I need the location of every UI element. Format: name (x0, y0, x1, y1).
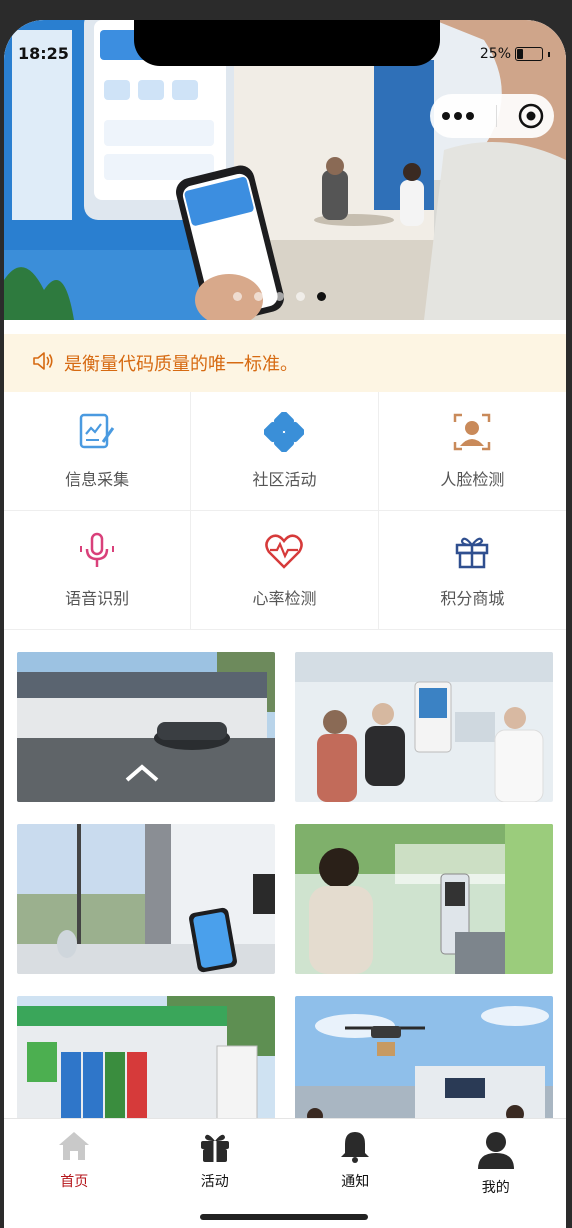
speaker-icon (32, 351, 54, 375)
feature-heart-rate[interactable]: 心率检测 (191, 511, 379, 630)
tab-label: 活动 (200, 1174, 229, 1190)
battery-percent: 25% (479, 46, 511, 62)
home-icon (57, 1129, 91, 1167)
tab-activity[interactable]: 活动 (145, 1119, 286, 1228)
battery-icon (515, 47, 543, 61)
heart-rate-icon (264, 531, 304, 575)
feature-info-collection[interactable]: 信息采集 (4, 392, 192, 511)
feature-label: 信息采集 (65, 470, 130, 489)
gift-icon (452, 531, 492, 575)
tab-mine[interactable]: 我的 (426, 1119, 567, 1228)
carousel-dot[interactable] (254, 292, 263, 301)
photo-gallery (17, 652, 553, 1146)
home-indicator (200, 1214, 368, 1220)
tab-label: 通知 (341, 1174, 370, 1190)
microphone-icon (77, 531, 117, 575)
carousel-dot[interactable] (296, 292, 305, 301)
feature-label: 积分商城 (440, 589, 505, 608)
mini-program-capsule (430, 94, 554, 138)
gift-box-icon (198, 1129, 232, 1167)
face-scan-icon (452, 412, 492, 456)
feature-face-detection[interactable]: 人脸检测 (378, 392, 566, 511)
feature-label: 人脸检测 (440, 470, 505, 489)
carousel-dot[interactable] (317, 292, 326, 301)
notch (134, 20, 440, 66)
smart-parking-photo[interactable] (17, 652, 275, 802)
feature-label: 社区活动 (252, 470, 317, 489)
form-edit-icon (77, 412, 117, 456)
status-time: 18:25 (18, 44, 69, 63)
bottom-tab-bar: 首页 活动 通知 我的 (4, 1118, 566, 1228)
carousel-dot[interactable] (233, 292, 242, 301)
feature-grid: 信息采集 社区活动 人脸检测 语音识别 心率检测 积分商城 (4, 392, 566, 630)
notice-text: 是衡量代码质量的唯一标准。 (64, 354, 298, 375)
carousel-indicator (233, 292, 326, 301)
close-target-icon[interactable] (518, 103, 544, 129)
more-icon[interactable] (441, 111, 475, 121)
smart-home-photo[interactable] (17, 824, 275, 974)
community-activity-icon (263, 410, 306, 456)
feature-voice-recognition[interactable]: 语音识别 (4, 511, 192, 630)
phone-screen: 18:25 25% 是衡量代码质量的唯一标准。 信息采集 社区活动 人脸检测 语… (4, 20, 566, 1228)
carousel-dot[interactable] (275, 292, 284, 301)
tab-label: 我的 (481, 1180, 510, 1196)
smart-community-gate-photo[interactable] (295, 824, 553, 974)
health-community-photo[interactable] (295, 652, 553, 802)
feature-label: 语音识别 (65, 589, 130, 608)
tab-notice[interactable]: 通知 (285, 1119, 426, 1228)
tab-home[interactable]: 首页 (4, 1119, 145, 1228)
feature-community-activity[interactable]: 社区活动 (191, 392, 379, 511)
battery-indicator: 25% (480, 46, 550, 62)
tab-label: 首页 (60, 1174, 89, 1190)
notice-bar[interactable]: 是衡量代码质量的唯一标准。 (4, 334, 566, 392)
feature-points-mall[interactable]: 积分商城 (378, 511, 566, 630)
user-icon (476, 1129, 516, 1173)
feature-label: 心率检测 (252, 589, 317, 608)
bell-icon (338, 1129, 372, 1167)
